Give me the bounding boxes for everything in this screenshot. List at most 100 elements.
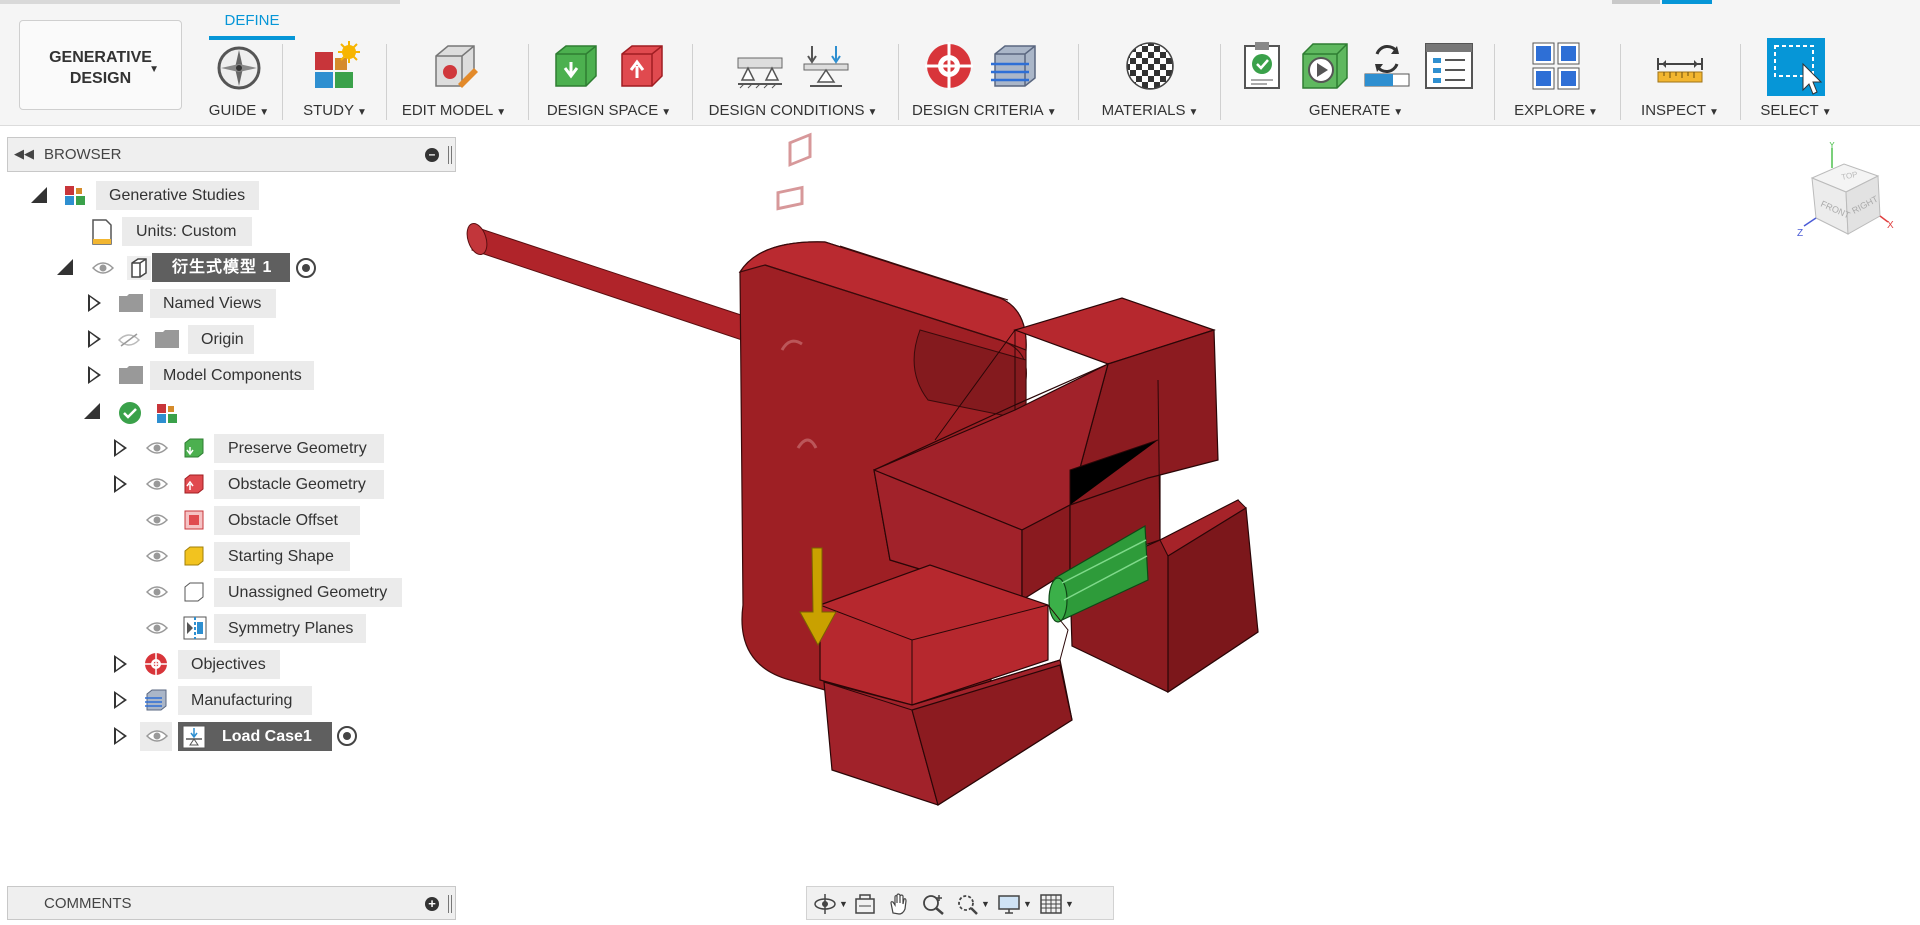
separator	[692, 44, 693, 120]
grid-icon[interactable]	[1039, 893, 1063, 915]
obstacle-geometry-icon[interactable]	[616, 40, 668, 92]
generate-menu[interactable]: GENERATE▼	[1236, 102, 1476, 119]
visibility-eye-icon[interactable]	[146, 441, 168, 455]
compass-icon[interactable]	[213, 40, 265, 92]
separator	[1494, 44, 1495, 120]
tree-label-model-components: Model Components	[163, 361, 302, 390]
edit-model-menu[interactable]: EDIT MODEL▼	[398, 102, 510, 119]
display-settings-icon[interactable]	[997, 893, 1021, 915]
tree-label-generative-studies: Generative Studies	[109, 181, 245, 210]
manufacturing-icon[interactable]	[989, 40, 1041, 92]
expand-toggle-icon[interactable]	[114, 439, 127, 457]
chevron-down-icon[interactable]: ▼	[1023, 899, 1032, 909]
structural-load-icon[interactable]	[800, 40, 852, 92]
add-comment-icon[interactable]: +	[425, 897, 439, 911]
expand-toggle-icon[interactable]	[114, 691, 127, 709]
activate-radio-icon[interactable]	[296, 258, 316, 278]
select-icon[interactable]	[1767, 38, 1825, 96]
design-space-group[interactable]: DESIGN SPACE▼	[545, 40, 673, 124]
design-criteria-group[interactable]: DESIGN CRITERIA▼	[912, 40, 1052, 124]
objectives-icon[interactable]	[923, 40, 975, 92]
activate-radio-icon[interactable]	[337, 726, 357, 746]
generate-icon[interactable]	[1299, 40, 1351, 92]
expand-toggle-icon[interactable]	[31, 187, 47, 203]
document-icon	[90, 219, 114, 245]
visibility-eye-icon[interactable]	[146, 729, 168, 743]
tab-define[interactable]: DEFINE	[209, 10, 295, 40]
structural-constraint-icon[interactable]	[734, 40, 786, 92]
visibility-eye-icon[interactable]	[146, 621, 168, 635]
new-study-icon[interactable]	[309, 40, 361, 92]
navigation-bar: ▼ ▼ ▼ ▼	[806, 886, 1114, 920]
explore-icon[interactable]	[1530, 40, 1582, 92]
generate-group[interactable]: GENERATE▼	[1236, 40, 1476, 124]
collapse-panel-icon[interactable]: ◀◀	[14, 146, 34, 162]
explore-menu[interactable]: EXPLORE▼	[1506, 102, 1606, 119]
precheck-icon[interactable]	[1237, 40, 1289, 92]
preserve-geometry-icon[interactable]	[550, 40, 602, 92]
design-conditions-menu[interactable]: DESIGN CONDITIONS▼	[708, 102, 878, 119]
select-group[interactable]: SELECT▼	[1746, 40, 1846, 124]
expand-toggle-icon[interactable]	[84, 403, 100, 419]
chevron-down-icon[interactable]: ▼	[839, 899, 848, 909]
orbit-icon[interactable]	[813, 893, 837, 915]
expand-toggle-icon[interactable]	[88, 294, 101, 312]
workspace-switcher-button[interactable]: GENERATIVE DESIGN ▼	[19, 20, 182, 110]
zoom-icon[interactable]	[921, 893, 945, 915]
design-conditions-group[interactable]: DESIGN CONDITIONS▼	[708, 40, 878, 124]
expand-toggle-icon[interactable]	[88, 366, 101, 384]
design-criteria-menu[interactable]: DESIGN CRITERIA▼	[912, 102, 1052, 119]
expand-toggle-icon[interactable]	[114, 475, 127, 493]
expand-toggle-icon[interactable]	[88, 330, 101, 348]
comments-bar[interactable]: COMMENTS +	[7, 886, 456, 920]
panel-grip-icon[interactable]	[448, 146, 452, 164]
materials-menu[interactable]: MATERIALS▼	[1090, 102, 1210, 119]
measure-icon[interactable]	[1654, 40, 1706, 92]
visibility-eye-icon[interactable]	[92, 261, 114, 275]
chevron-down-icon[interactable]: ▼	[981, 899, 990, 909]
guide-group[interactable]: GUIDE▼	[206, 40, 272, 124]
visibility-eye-icon[interactable]	[146, 477, 168, 491]
tree-label-starting-shape: Starting Shape	[228, 542, 334, 571]
visibility-eye-icon[interactable]	[146, 549, 168, 563]
chevron-down-icon[interactable]: ▼	[1065, 899, 1074, 909]
chevron-down-icon: ▼	[149, 59, 159, 80]
edit-model-group[interactable]: EDIT MODEL▼	[398, 40, 510, 124]
obstacle-rod[interactable]	[463, 221, 750, 340]
visibility-hidden-eye-icon[interactable]	[118, 333, 140, 347]
canvas-3d-viewport[interactable]	[460, 130, 1920, 880]
expand-toggle-icon[interactable]	[57, 259, 73, 275]
separator	[1620, 44, 1621, 120]
visibility-eye-icon[interactable]	[146, 585, 168, 599]
study-menu[interactable]: STUDY▼	[292, 102, 378, 119]
minimize-icon[interactable]: –	[425, 148, 439, 162]
obstacle-block-lower-left[interactable]	[820, 565, 1072, 805]
design-space-menu[interactable]: DESIGN SPACE▼	[545, 102, 673, 119]
expand-toggle-icon[interactable]	[114, 655, 127, 673]
update-icon[interactable]	[1361, 40, 1413, 92]
starting-shape-icon	[183, 545, 205, 567]
expand-toggle-icon[interactable]	[114, 727, 127, 745]
select-menu[interactable]: SELECT▼	[1746, 102, 1846, 119]
separator	[898, 44, 899, 120]
inspect-group[interactable]: INSPECT▼	[1630, 40, 1730, 124]
visibility-eye-icon[interactable]	[146, 513, 168, 527]
view-cube[interactable]: TOP FRONT RIGHT Y X Z	[1796, 142, 1896, 252]
panel-grip-icon[interactable]	[448, 895, 452, 913]
pan-hand-icon[interactable]	[887, 893, 911, 915]
study-group[interactable]: STUDY▼	[292, 40, 378, 124]
inspect-menu[interactable]: INSPECT▼	[1630, 102, 1730, 119]
browser-title: BROWSER	[44, 146, 122, 163]
materials-group[interactable]: MATERIALS▼	[1090, 40, 1210, 124]
preserve-geometry-icon	[183, 437, 205, 459]
explore-group[interactable]: EXPLORE▼	[1506, 40, 1606, 124]
materials-icon[interactable]	[1124, 40, 1176, 92]
tree-label-load-case: Load Case1	[222, 722, 312, 751]
guide-menu[interactable]: GUIDE▼	[206, 102, 272, 119]
look-at-icon[interactable]	[853, 893, 877, 915]
edit-model-icon[interactable]	[428, 40, 480, 92]
job-status-icon[interactable]	[1423, 40, 1475, 92]
fit-window-icon[interactable]	[955, 893, 979, 915]
study-ready-check-icon	[118, 401, 142, 425]
comments-title: COMMENTS	[44, 895, 132, 912]
